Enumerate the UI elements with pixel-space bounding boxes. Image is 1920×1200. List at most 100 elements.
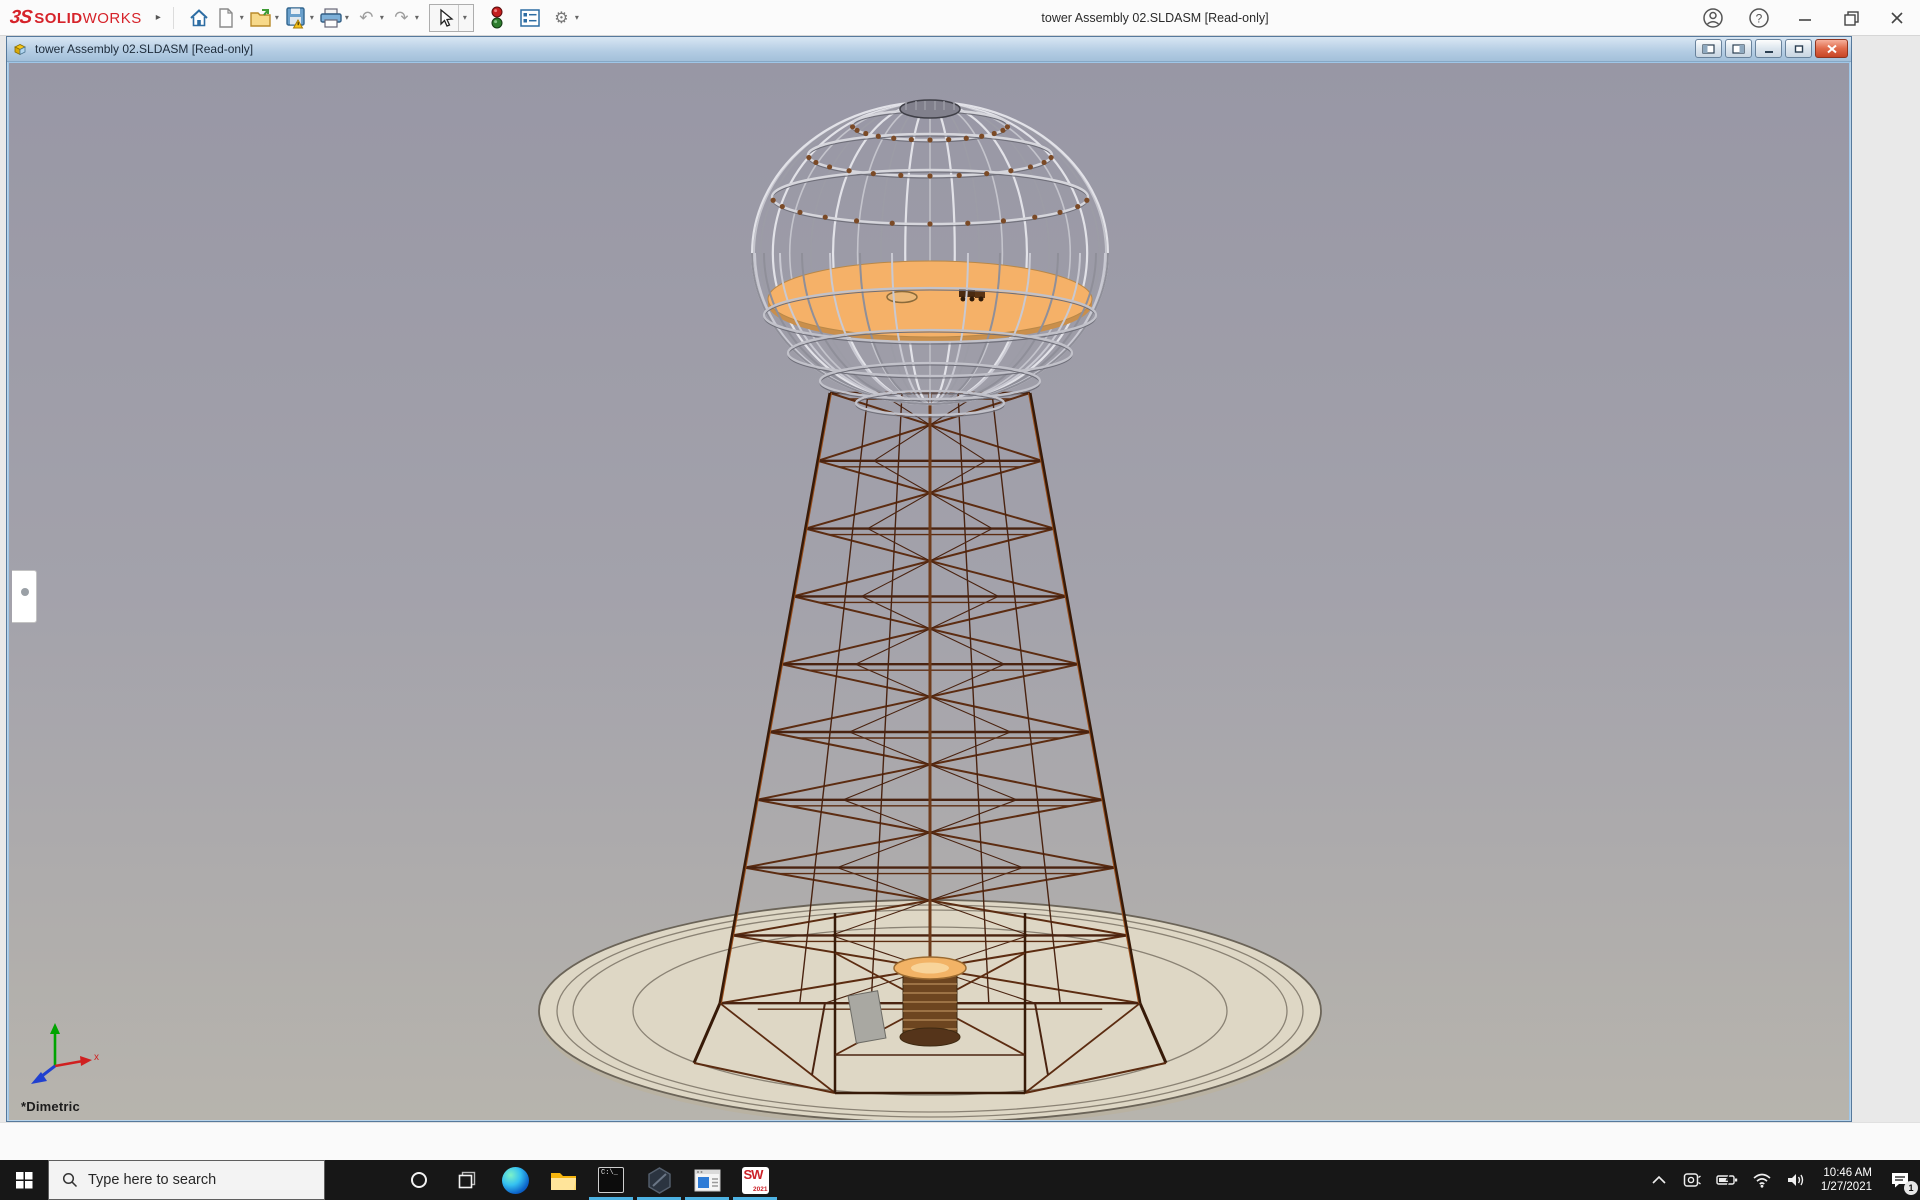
account-icon xyxy=(1702,7,1724,29)
assembly-document-icon xyxy=(13,41,30,57)
taskbar-clock[interactable]: 10:46 AM 1/27/2021 xyxy=(1813,1166,1880,1194)
menu-flyout-arrow[interactable]: ▸ xyxy=(156,12,161,23)
model-3d-tower-assembly[interactable] xyxy=(9,63,1849,1120)
logo-solid-text: SOLID xyxy=(34,10,82,27)
sw-letters: SW xyxy=(744,1167,763,1182)
close-button[interactable] xyxy=(1884,5,1910,31)
task-view-icon xyxy=(458,1171,476,1189)
document-window: tower Assembly 02.SLDASM [Read-only] xyxy=(6,36,1852,1122)
battery-charging-icon xyxy=(1716,1174,1738,1186)
new-document-caret[interactable]: ▾ xyxy=(240,13,244,22)
system-tray: 10:46 AM 1/27/2021 1 xyxy=(1644,1160,1920,1200)
taskbar-app-hexagon[interactable] xyxy=(635,1160,683,1200)
command-prompt-label: C:\_ xyxy=(601,1169,618,1177)
close-icon xyxy=(1889,10,1905,26)
redo-button[interactable]: ↷ xyxy=(388,4,415,31)
options-caret[interactable]: ▾ xyxy=(575,13,579,22)
taskbar-app-file-explorer[interactable] xyxy=(539,1160,587,1200)
document-titlebar[interactable]: tower Assembly 02.SLDASM [Read-only] xyxy=(7,37,1851,62)
save-caret[interactable]: ▾ xyxy=(310,13,314,22)
taskbar-search[interactable] xyxy=(48,1160,325,1200)
start-button[interactable] xyxy=(0,1160,48,1200)
help-button[interactable]: ? xyxy=(1746,5,1772,31)
logo-works-text: WORKS xyxy=(83,10,142,27)
open-caret[interactable]: ▾ xyxy=(275,13,279,22)
taskbar-app-command-prompt[interactable]: C:\_ xyxy=(587,1160,635,1200)
meet-now-button[interactable] xyxy=(1674,1160,1709,1200)
undo-button[interactable]: ↶ xyxy=(353,4,380,31)
redo-caret[interactable]: ▾ xyxy=(415,13,419,22)
doc-close-icon xyxy=(1826,44,1838,54)
open-icon xyxy=(249,7,273,29)
document-window-controls xyxy=(1695,39,1848,58)
search-input[interactable] xyxy=(88,1172,298,1188)
meet-now-camera-icon xyxy=(1681,1172,1702,1188)
save-button[interactable] xyxy=(283,4,310,31)
triad-x-label: x xyxy=(94,1052,99,1063)
minimize-button[interactable] xyxy=(1792,5,1818,31)
tile-right-button[interactable] xyxy=(1725,39,1752,58)
solidworks-2021-icon: SW 2021 xyxy=(742,1167,769,1194)
edge-icon xyxy=(502,1167,529,1194)
options-button[interactable]: ⚙ xyxy=(548,4,575,31)
select-tool-caret[interactable]: ▾ xyxy=(458,5,471,31)
doc-close-button[interactable] xyxy=(1815,39,1848,58)
undo-icon: ↶ xyxy=(359,8,373,28)
select-tool-button[interactable] xyxy=(432,4,458,31)
minimize-icon xyxy=(1797,10,1813,26)
sw-year: 2021 xyxy=(753,1186,767,1193)
taskbar-app-solidworks[interactable]: SW 2021 xyxy=(731,1160,779,1200)
network-button[interactable] xyxy=(1745,1160,1779,1200)
print-caret[interactable]: ▾ xyxy=(345,13,349,22)
doc-restore-button[interactable] xyxy=(1785,39,1812,58)
cortana-icon xyxy=(410,1171,428,1189)
notification-badge: 1 xyxy=(1904,1181,1918,1195)
feature-manager-collapsed-tab[interactable] xyxy=(12,570,37,623)
view-orientation-label: *Dimetric xyxy=(21,1099,80,1114)
new-document-button[interactable] xyxy=(213,4,240,31)
clock-date: 1/27/2021 xyxy=(1821,1180,1872,1194)
battery-button[interactable] xyxy=(1709,1160,1745,1200)
traffic-light-icon xyxy=(490,6,504,30)
hidden-icons-button[interactable] xyxy=(1644,1160,1674,1200)
home-icon xyxy=(188,7,210,29)
windows-taskbar: C:\_ SW 2021 xyxy=(0,1160,1920,1200)
wifi-icon xyxy=(1752,1173,1772,1188)
taskbar-app-window[interactable] xyxy=(683,1160,731,1200)
select-cursor-icon xyxy=(436,8,454,28)
cortana-button[interactable] xyxy=(395,1160,443,1200)
tile-right-icon xyxy=(1732,44,1745,54)
display-options-button[interactable] xyxy=(517,4,544,31)
save-icon xyxy=(285,6,308,29)
window-title: tower Assembly 02.SLDASM [Read-only] xyxy=(1041,0,1268,36)
taskbar-app-edge[interactable] xyxy=(491,1160,539,1200)
print-button[interactable] xyxy=(318,4,345,31)
doc-minimize-icon xyxy=(1763,44,1775,54)
account-button[interactable] xyxy=(1700,5,1726,31)
window-app-icon xyxy=(694,1169,721,1192)
restore-button[interactable] xyxy=(1838,5,1864,31)
windows-logo-icon xyxy=(16,1172,33,1189)
home-button[interactable] xyxy=(186,4,213,31)
gear-icon: ⚙ xyxy=(554,8,568,28)
solidworks-logo: 3S SOLID WORKS xyxy=(10,7,142,29)
svg-text:?: ? xyxy=(1756,12,1763,26)
hexagon-app-icon xyxy=(646,1167,673,1194)
chevron-up-icon xyxy=(1651,1175,1667,1185)
tile-left-button[interactable] xyxy=(1695,39,1722,58)
restore-icon xyxy=(1843,10,1860,27)
volume-button[interactable] xyxy=(1779,1160,1813,1200)
rebuild-button[interactable] xyxy=(484,4,511,31)
app-title-toolbar: 3S SOLID WORKS ▸ ▾ ▾ ▾ xyxy=(0,0,1920,36)
action-center-button[interactable]: 1 xyxy=(1880,1160,1920,1200)
graphics-viewport[interactable]: x *Dimetric xyxy=(9,63,1849,1120)
open-button[interactable] xyxy=(248,4,275,31)
toolbar-divider xyxy=(173,7,174,29)
window-controls: ? xyxy=(1700,0,1910,36)
doc-minimize-button[interactable] xyxy=(1755,39,1782,58)
task-view-button[interactable] xyxy=(443,1160,491,1200)
undo-caret[interactable]: ▾ xyxy=(380,13,384,22)
search-icon xyxy=(62,1172,78,1188)
display-options-icon xyxy=(519,8,541,28)
solidworks-logo-mark: 3S xyxy=(8,7,32,29)
